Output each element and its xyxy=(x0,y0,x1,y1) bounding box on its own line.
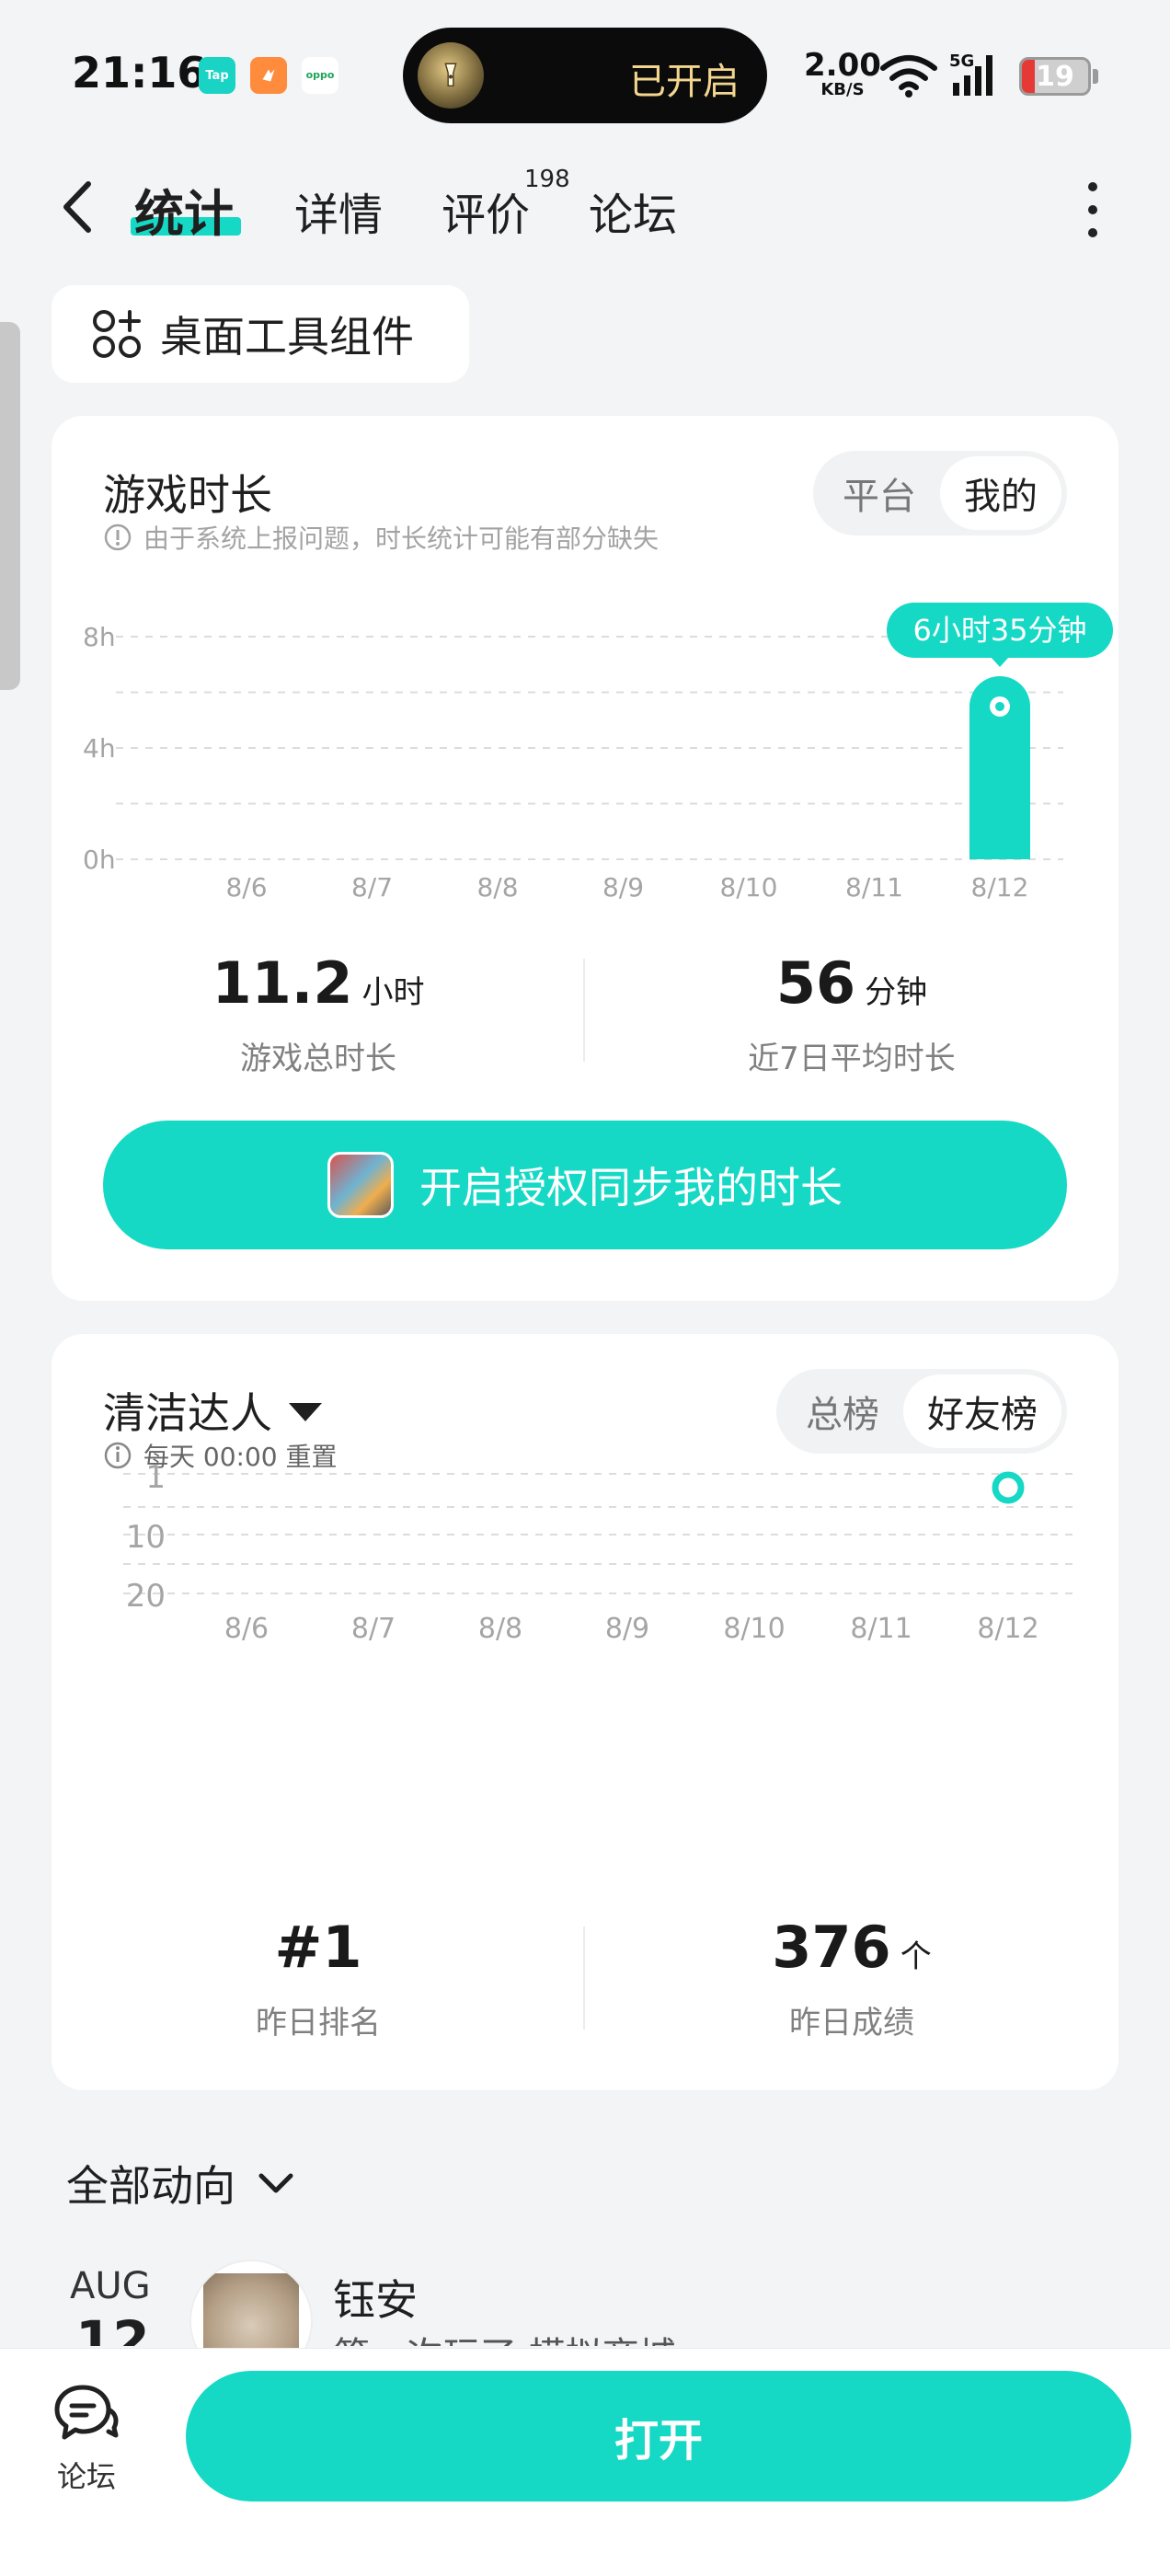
playtime-bar-chart: 8h 4h 0h 8/6 8/7 8/8 8/9 8/10 8/11 8/12 6小时35分钟 xyxy=(83,602,1113,903)
score-stat: 376 个 昨日成绩 xyxy=(585,1914,1118,2042)
x-tick-label: 8/12 xyxy=(977,1613,1038,1645)
chevron-down-icon xyxy=(258,2173,293,2193)
total-playtime-label: 游戏总时长 xyxy=(240,1041,396,1077)
back-arrow-icon[interactable] xyxy=(52,175,107,239)
ranking-stats: #1 昨日排名 376 个 昨日成绩 xyxy=(52,1914,1118,2041)
x-tick-label: 8/7 xyxy=(351,872,393,903)
ranking-line-chart: 1 10 20 8/6 8/7 8/8 8/9 8/10 8/11 8/12 xyxy=(123,1459,1072,1645)
tab-forum[interactable]: 论坛 xyxy=(589,178,677,243)
x-tick-label: 8/6 xyxy=(224,1613,269,1645)
battery-tip xyxy=(1093,69,1098,84)
x-tick-label: 8/10 xyxy=(720,872,778,903)
x-tick-label: 8/12 xyxy=(971,872,1029,903)
battery-icon: 19 xyxy=(1019,57,1091,96)
pill-status-text: 已开启 xyxy=(629,61,740,103)
score-unit: 个 xyxy=(900,1938,932,1975)
bottom-action-bar: 论坛 打开 xyxy=(0,2348,1170,2576)
y-tick-label: 20 xyxy=(126,1578,166,1615)
total-playtime-stat: 11.2 小时 游戏总时长 xyxy=(52,949,585,1078)
x-tick-label: 8/7 xyxy=(351,1613,396,1645)
open-label: 打开 xyxy=(614,2415,703,2467)
playtime-card: 游戏时长 由于系统上报问题，时长统计可能有部分缺失 平台 我的 8h 4h 0h 8/… xyxy=(52,416,1118,1301)
forum-chat-icon xyxy=(54,2385,119,2440)
game-thumbnail xyxy=(327,1152,394,1218)
x-tick-label: 8/9 xyxy=(602,872,644,903)
wifi-icon xyxy=(880,55,937,98)
tab-reviews[interactable]: 评价 xyxy=(442,178,530,243)
dynamic-island-pill[interactable]: 已开启 xyxy=(403,28,767,123)
status-time: 21:16 xyxy=(72,48,207,98)
forum-label: 论坛 xyxy=(56,2459,116,2494)
y-tick-label: 1 xyxy=(145,1459,166,1496)
playtime-stats: 11.2 小时 游戏总时长 56 分钟 近7日平均时长 xyxy=(52,949,1118,1077)
net-speed: 2.00 KB/S xyxy=(804,47,881,99)
x-tick-label: 8/6 xyxy=(225,872,267,903)
tab-statistics[interactable]: 统计 xyxy=(134,173,234,246)
flame-app-icon xyxy=(250,57,287,94)
activity-text: 第一次玩了 模拟商城 xyxy=(333,2326,676,2346)
rank-label: 昨日排名 xyxy=(256,2005,381,2041)
y-tick-label: 4h xyxy=(83,733,116,764)
activity-heading: 全部动向 xyxy=(66,2161,235,2211)
widget-grid-icon xyxy=(93,310,141,358)
sync-playtime-button[interactable]: 开启授权同步我的时长 xyxy=(103,1121,1067,1249)
x-tick-label: 8/11 xyxy=(850,1613,912,1645)
avg-playtime-label: 近7日平均时长 xyxy=(748,1041,956,1077)
sync-playtime-label: 开启授权同步我的时长 xyxy=(419,1163,843,1213)
signal-icon: 5G xyxy=(949,52,992,96)
x-tick-label: 8/10 xyxy=(723,1613,785,1645)
status-bar: 21:16 Tap oppo 已开启 2.00 KB/S 5G 19 xyxy=(0,0,1170,138)
review-count-badge: 198 xyxy=(524,166,570,193)
desktop-widget-button[interactable]: 桌面工具组件 xyxy=(52,285,469,383)
avg-playtime-stat: 56 分钟 近7日平均时长 xyxy=(585,949,1118,1078)
ranking-card: 清洁达人 每天 00:00 重置 总榜 好友榜 1 10 20 8/6 8/7 8/8 8/… xyxy=(52,1334,1118,2090)
x-tick-label: 8/9 xyxy=(605,1613,649,1645)
bar-point-dot xyxy=(995,701,1004,711)
x-tick-label: 8/8 xyxy=(478,1613,522,1645)
widget-label: 桌面工具组件 xyxy=(160,312,414,362)
flashlight-icon xyxy=(418,42,484,109)
svg-text:5G: 5G xyxy=(949,52,974,71)
y-tick-label: 8h xyxy=(83,622,116,652)
oppo-app-icon: oppo xyxy=(302,57,338,94)
total-playtime-unit: 小时 xyxy=(361,974,425,1011)
open-game-button[interactable]: 打开 xyxy=(186,2371,1131,2501)
activity-user-name[interactable]: 钰安 xyxy=(333,2267,418,2328)
battery-level: 19 xyxy=(1036,61,1074,93)
x-tick-label: 8/11 xyxy=(845,872,903,903)
x-tick-label: 8/8 xyxy=(476,872,518,903)
rank-stat: #1 昨日排名 xyxy=(52,1914,585,2042)
tab-details[interactable]: 详情 xyxy=(294,178,383,243)
activity-day: 12 xyxy=(75,2309,150,2346)
forum-button[interactable]: 论坛 xyxy=(52,2382,121,2496)
avg-playtime-value: 56 xyxy=(775,949,856,1017)
score-label: 昨日成绩 xyxy=(789,2005,914,2041)
side-drawer-handle[interactable] xyxy=(0,322,20,690)
activity-filter-dropdown[interactable]: 全部动向 xyxy=(66,2153,298,2214)
y-tick-label: 10 xyxy=(126,1519,166,1556)
tooltip-label: 6小时35分钟 xyxy=(912,613,1086,648)
bar-tooltip: 6小时35分钟 xyxy=(887,602,1113,667)
tap-app-icon: Tap xyxy=(199,57,235,94)
tooltip-tail xyxy=(991,656,1009,667)
avg-playtime-unit: 分钟 xyxy=(865,974,928,1011)
rank-point xyxy=(992,1471,1025,1504)
total-playtime-value: 11.2 xyxy=(212,949,353,1017)
rank-value: #1 xyxy=(274,1914,362,1981)
y-tick-label: 0h xyxy=(83,845,116,875)
activity-month: AUG xyxy=(70,2265,151,2307)
top-nav: 统计 详情 评价 198 论坛 xyxy=(0,166,1170,248)
score-value: 376 xyxy=(772,1914,891,1981)
more-icon[interactable] xyxy=(1082,182,1104,237)
